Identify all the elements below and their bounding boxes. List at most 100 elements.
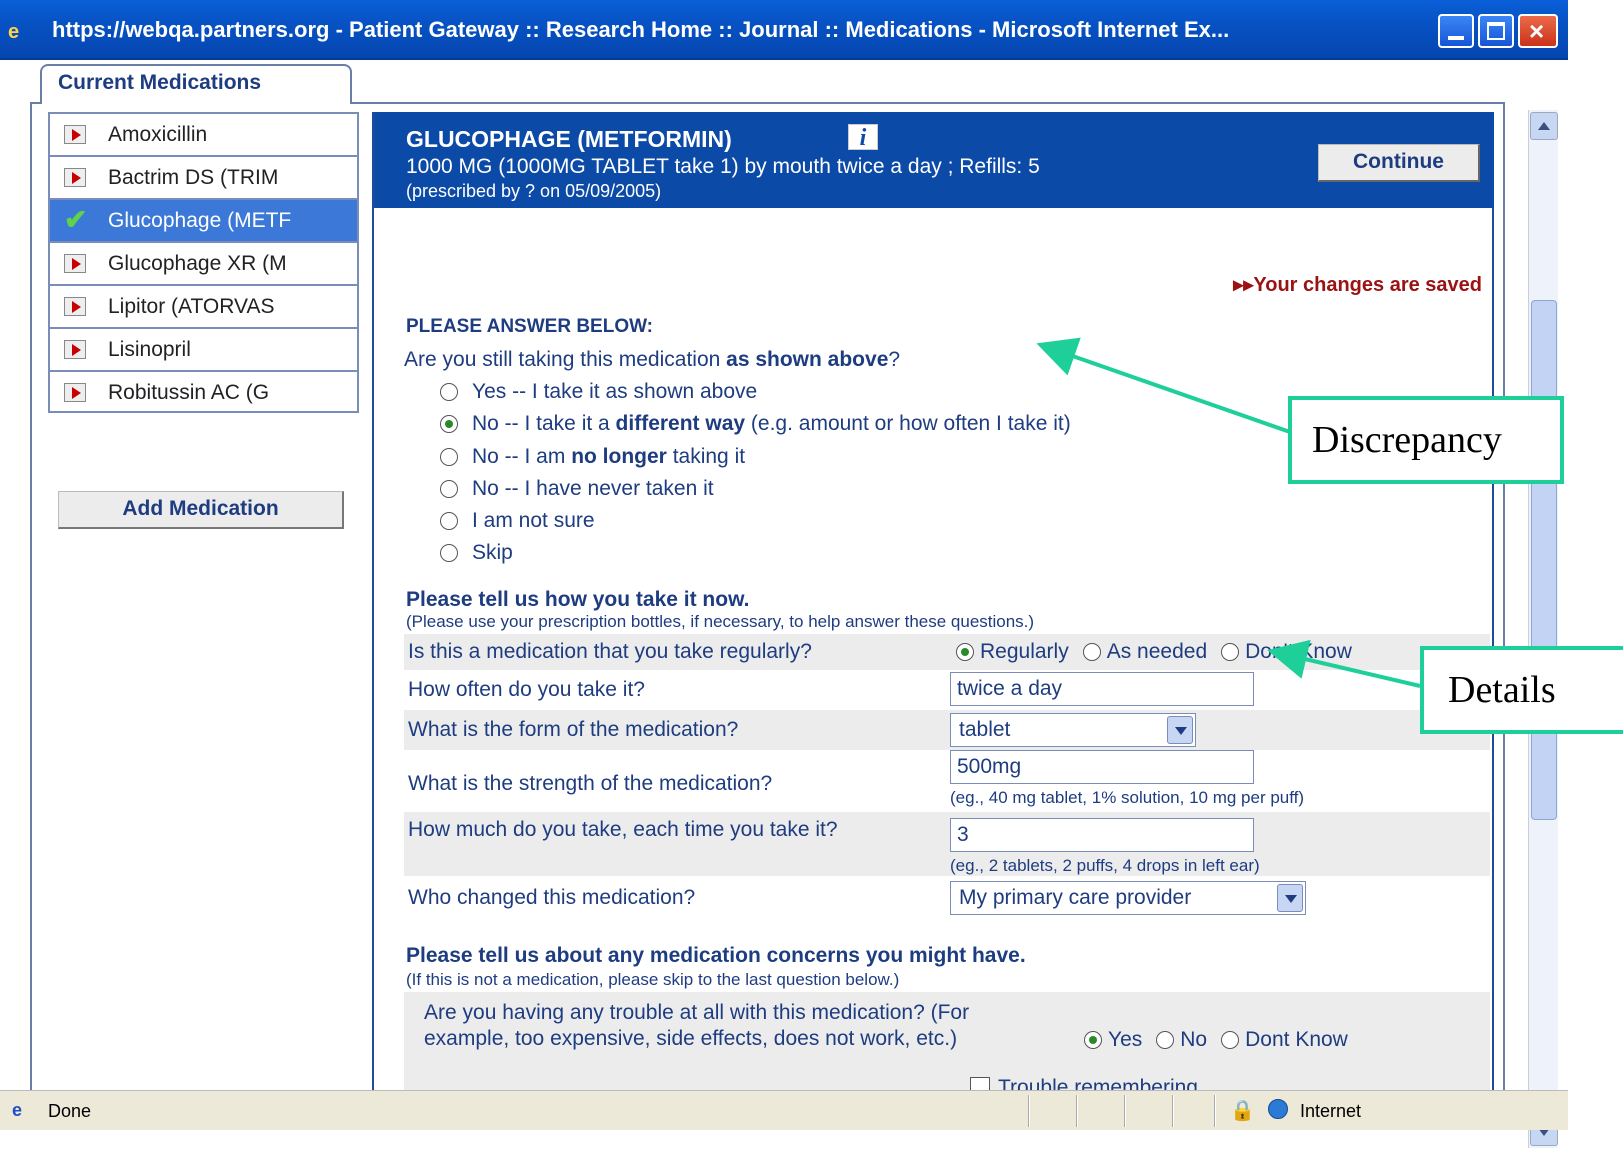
- play-arrow-icon: [64, 297, 86, 316]
- security-zone: Internet: [1300, 1101, 1362, 1121]
- still-taking-option[interactable]: Yes -- I take it as shown above: [440, 380, 757, 404]
- form-row: What is the form of the medication? tabl…: [404, 710, 1490, 750]
- close-button[interactable]: ×: [1518, 14, 1558, 48]
- chevron-down-icon: [1277, 884, 1303, 912]
- radio-button[interactable]: [440, 415, 458, 433]
- status-text: Done: [48, 1101, 92, 1121]
- radio-label: As needed: [1106, 640, 1208, 663]
- radio-option[interactable]: No: [1156, 1028, 1207, 1051]
- vertical-scrollbar[interactable]: [1528, 110, 1558, 1148]
- radio-button[interactable]: [956, 643, 974, 661]
- radio-label: Dont Know: [1245, 1028, 1348, 1051]
- window-title-bar: e https://webqa.partners.org - Patient G…: [0, 0, 1568, 60]
- radio-button[interactable]: [1221, 1031, 1240, 1049]
- medication-item[interactable]: Lipitor (ATORVAS: [48, 284, 359, 327]
- amount-hint: (eg., 2 tablets, 2 puffs, 4 drops in lef…: [950, 856, 1260, 875]
- medication-detail-panel: GLUCOPHAGE (METFORMIN) i 1000 MG (1000MG…: [372, 112, 1494, 1129]
- radio-label: Yes: [1108, 1028, 1143, 1051]
- still-taking-option[interactable]: No -- I take it a different way (e.g. am…: [440, 412, 1071, 436]
- continue-button[interactable]: Continue: [1318, 144, 1480, 182]
- option-text: Yes -- I take it as shown above: [472, 380, 758, 403]
- trouble-question: Are you having any trouble at all with t…: [424, 1001, 970, 1050]
- option-text: No -- I am: [472, 445, 572, 468]
- saved-message: ▸▸Your changes are saved: [1233, 274, 1482, 296]
- option-text: no longer: [571, 445, 667, 468]
- radio-option[interactable]: Don't Know: [1221, 640, 1352, 663]
- how-heading: Please tell us how you take it now.: [406, 588, 750, 611]
- medication-item[interactable]: Robitussin AC (G: [48, 370, 359, 413]
- details-callout: Details: [1420, 646, 1623, 734]
- radio-option[interactable]: As needed: [1082, 640, 1208, 663]
- radio-button[interactable]: [1156, 1031, 1175, 1049]
- ie-icon: e: [8, 21, 20, 43]
- radio-label: No: [1180, 1028, 1208, 1051]
- status-divider: [1214, 1095, 1216, 1127]
- option-text: No -- I take it a: [472, 412, 616, 435]
- still-taking-option[interactable]: No -- I have never taken it: [440, 477, 714, 501]
- tab-current-medications[interactable]: Current Medications: [40, 64, 352, 104]
- changed-row: Who changed this medication? My primary …: [404, 878, 1490, 918]
- strength-input[interactable]: 500mg: [950, 750, 1254, 784]
- radio-option[interactable]: Regularly: [956, 640, 1069, 663]
- answer-heading: PLEASE ANSWER BELOW:: [406, 316, 654, 337]
- status-divider: [1076, 1095, 1078, 1127]
- scroll-thumb[interactable]: [1531, 300, 1557, 820]
- browser-content: Current Medications Amoxicillin Bactrim D…: [0, 60, 1568, 1148]
- still-taking-option[interactable]: No -- I am no longer taking it: [440, 445, 745, 469]
- medication-item[interactable]: ✔ Glucophage (METF: [48, 198, 359, 241]
- concerns-note: (If this is not a medication, please ski…: [406, 970, 900, 989]
- status-divider: [1028, 1095, 1030, 1127]
- form-select[interactable]: tablet: [950, 713, 1196, 747]
- drug-prescribed: (prescribed by ? on 05/09/2005): [406, 181, 662, 201]
- add-medication-button[interactable]: Add Medication: [58, 491, 344, 529]
- discrepancy-callout: Discrepancy: [1288, 396, 1564, 484]
- medication-header: GLUCOPHAGE (METFORMIN) i 1000 MG (1000MG…: [374, 112, 1494, 208]
- medication-label: Amoxicillin: [108, 123, 208, 146]
- option-text: I am not sure: [472, 509, 595, 532]
- question-suffix: ?: [888, 348, 901, 371]
- often-input[interactable]: twice a day: [950, 672, 1254, 706]
- form-value: tablet: [959, 718, 1011, 741]
- minimize-button[interactable]: [1438, 14, 1474, 48]
- radio-option[interactable]: Dont Know: [1221, 1028, 1348, 1051]
- lock-icon: 🔒: [1230, 1100, 1255, 1122]
- info-icon[interactable]: i: [848, 124, 878, 151]
- radio-button[interactable]: [440, 480, 458, 498]
- still-taking-option[interactable]: I am not sure: [440, 509, 595, 533]
- changed-select[interactable]: My primary care provider: [950, 881, 1306, 915]
- amount-question: How much do you take, each time you take…: [408, 818, 838, 841]
- medication-list: Amoxicillin Bactrim DS (TRIM ✔ Glucophage (…: [48, 112, 359, 413]
- radio-button[interactable]: [1221, 643, 1240, 661]
- maximize-button[interactable]: [1478, 14, 1514, 48]
- medication-item[interactable]: Amoxicillin: [48, 112, 359, 155]
- medication-label: Lipitor (ATORVAS: [108, 295, 275, 318]
- globe-icon: [1268, 1099, 1288, 1119]
- radio-button[interactable]: [440, 544, 458, 562]
- play-arrow-icon: [64, 168, 86, 187]
- radio-button[interactable]: [440, 512, 458, 530]
- amount-row: How much do you take, each time you take…: [404, 812, 1490, 876]
- amount-input[interactable]: 3: [950, 818, 1254, 852]
- drug-name: GLUCOPHAGE (METFORMIN): [406, 126, 732, 152]
- medication-label: Bactrim DS (TRIM: [108, 166, 279, 189]
- option-text: different way: [615, 412, 746, 435]
- medication-label: Robitussin AC (G: [108, 381, 270, 404]
- radio-button[interactable]: [440, 383, 458, 401]
- question-prefix: Are you still taking this medication: [404, 348, 727, 371]
- radio-option[interactable]: Yes: [1084, 1028, 1142, 1051]
- medication-item[interactable]: Glucophage XR (M: [48, 241, 359, 284]
- still-taking-option[interactable]: Skip: [440, 541, 513, 565]
- still-taking-question: Are you still taking this medication as …: [404, 348, 900, 372]
- changed-question: Who changed this medication?: [408, 886, 696, 909]
- maximize-icon: [1487, 22, 1505, 40]
- drug-dosage: 1000 MG (1000MG TABLET take 1) by mouth …: [406, 155, 1040, 178]
- status-divider: [1172, 1095, 1174, 1127]
- scroll-up-button[interactable]: [1530, 112, 1558, 140]
- regular-row: Is this a medication that you take regul…: [404, 634, 1490, 670]
- medication-item[interactable]: Lisinopril: [48, 327, 359, 370]
- medication-item[interactable]: Bactrim DS (TRIM: [48, 155, 359, 198]
- radio-button[interactable]: [440, 448, 458, 466]
- radio-button[interactable]: [1082, 643, 1101, 661]
- radio-button[interactable]: [1084, 1031, 1102, 1049]
- strength-question: What is the strength of the medication?: [408, 772, 773, 795]
